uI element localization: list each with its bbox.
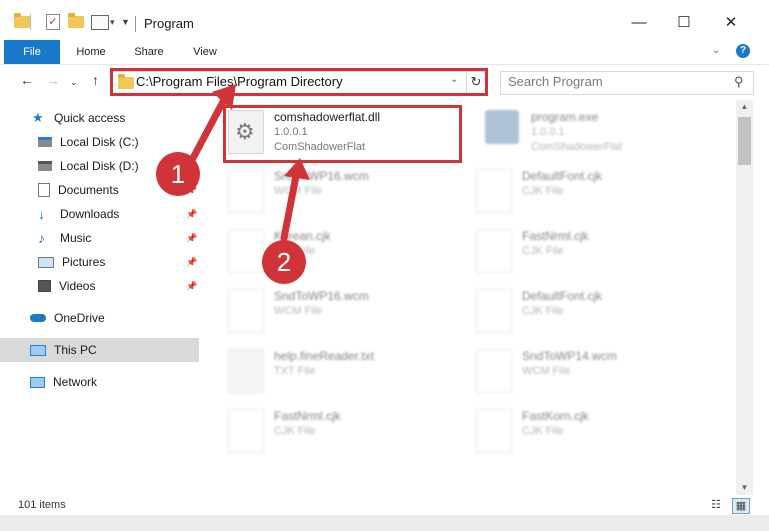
arrow-head-file [284,158,310,180]
step-2-badge: 2 [262,240,306,284]
step-1-badge: 1 [156,152,200,196]
arrow-to-address [188,92,230,164]
callout-arrows [188,84,310,242]
arrow-to-file [280,172,300,242]
